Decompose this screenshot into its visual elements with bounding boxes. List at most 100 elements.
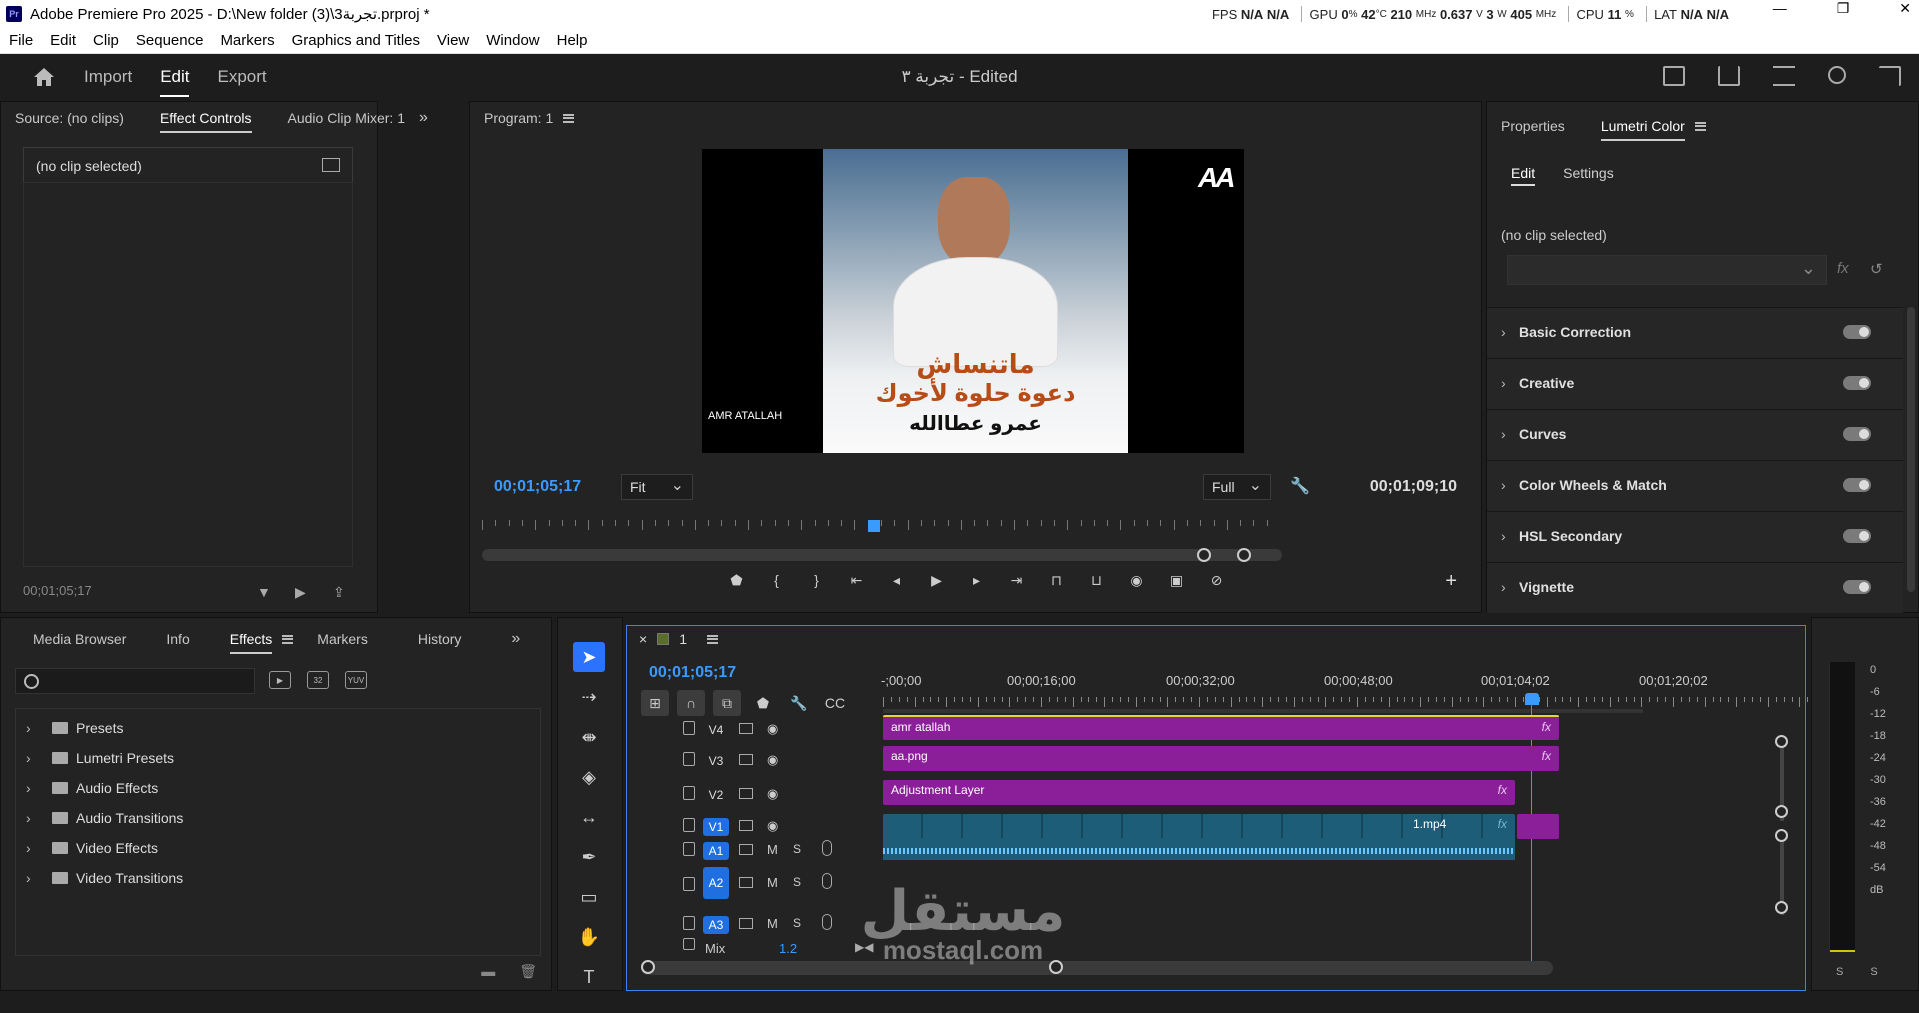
tab-markers[interactable]: Markers	[317, 631, 368, 647]
eye-icon[interactable]: ◉	[767, 752, 778, 768]
share-icon[interactable]	[1718, 66, 1740, 86]
mark-out-icon[interactable]: }	[808, 572, 826, 596]
solo-button[interactable]: S	[793, 842, 801, 856]
scroll-handle-right[interactable]	[1237, 548, 1251, 562]
play-audio-icon[interactable]: ▶	[295, 584, 311, 600]
sync-lock-icon[interactable]	[739, 788, 753, 799]
progress-icon[interactable]	[1773, 66, 1795, 86]
solo-button[interactable]: S	[793, 875, 801, 889]
tab-export[interactable]: Export	[217, 67, 266, 87]
panel-menu-icon[interactable]	[282, 634, 294, 644]
video-scroll-handle-top[interactable]	[1775, 735, 1788, 748]
subtab-settings[interactable]: Settings	[1563, 165, 1614, 186]
tab-edit[interactable]: Edit	[160, 67, 190, 97]
yuv-effects-icon[interactable]: YUV	[345, 671, 367, 689]
delete-icon[interactable]: 🗑	[519, 963, 537, 980]
section-vignette[interactable]: › Vignette	[1487, 562, 1903, 613]
tree-item-lumetri-presets[interactable]: › Lumetri Presets	[26, 747, 174, 769]
tree-item-video-effects[interactable]: › Video Effects	[26, 837, 158, 859]
fullscreen-icon[interactable]	[1879, 66, 1901, 86]
wrench-icon[interactable]: 🔧	[1290, 476, 1310, 496]
menu-sequence[interactable]: Sequence	[136, 32, 204, 49]
add-marker-icon[interactable]: ⬟	[728, 572, 746, 596]
tab-program[interactable]: Program: 1	[484, 110, 553, 126]
export-frame-icon[interactable]: ◉	[1128, 572, 1146, 596]
proxy-toggle-icon[interactable]: ⊘	[1208, 572, 1226, 596]
track-name[interactable]: V1	[703, 818, 729, 836]
section-toggle[interactable]	[1843, 478, 1871, 492]
add-marker-icon[interactable]: ⬟	[749, 690, 777, 716]
section-toggle[interactable]	[1843, 529, 1871, 543]
section-toggle[interactable]	[1843, 580, 1871, 594]
scroll-handle-left[interactable]	[641, 960, 655, 974]
close-sequence-icon[interactable]: ×	[639, 631, 647, 647]
razor-tool-icon[interactable]: ◈	[573, 762, 605, 792]
pen-tool-icon[interactable]: ✒	[573, 842, 605, 872]
microphone-icon[interactable]	[822, 840, 832, 856]
timeline-ruler[interactable]: -;00;00 00;00;16;00 00;00;32;00 00;00;48…	[881, 673, 1825, 713]
section-curves[interactable]: › Curves	[1487, 409, 1903, 460]
extract-icon[interactable]: ⊔	[1088, 572, 1106, 596]
sync-lock-icon[interactable]	[739, 820, 753, 831]
step-forward-icon[interactable]: ▸	[968, 572, 986, 596]
tab-media-browser[interactable]: Media Browser	[33, 631, 126, 647]
playback-resolution-dropdown[interactable]: Full	[1203, 474, 1271, 500]
captions-icon[interactable]: CC	[821, 690, 849, 716]
timeline-playhead[interactable]	[1525, 693, 1539, 705]
current-timecode[interactable]: 00;01;05;17	[494, 478, 581, 496]
close-button[interactable]: ✕	[1899, 0, 1911, 17]
linked-selection-icon[interactable]: ⧉	[713, 690, 741, 716]
track-name[interactable]: A3	[703, 916, 729, 934]
video-scroll-handle-bottom[interactable]	[1775, 805, 1788, 818]
clip-amr-atallah[interactable]: amr atallah fx	[883, 715, 1559, 740]
new-bin-icon[interactable]: ▬	[481, 963, 495, 980]
lift-icon[interactable]: ⊓	[1048, 572, 1066, 596]
track-name[interactable]: A1	[703, 842, 729, 860]
comparison-view-icon[interactable]: ▣	[1168, 572, 1186, 596]
tab-properties[interactable]: Properties	[1501, 118, 1565, 134]
32bit-effects-icon[interactable]: 32	[307, 671, 329, 689]
nest-icon[interactable]: ⊞	[641, 690, 669, 716]
accelerated-effects-icon[interactable]: ▶	[269, 671, 291, 689]
track-select-tool-icon[interactable]: ⇢	[573, 682, 605, 712]
sync-lock-icon[interactable]	[739, 723, 753, 734]
button-editor-icon[interactable]: +	[1445, 570, 1457, 593]
go-to-out-icon[interactable]: ⇥	[1008, 572, 1026, 596]
program-zoom-scrollbar[interactable]	[482, 548, 1282, 562]
solo-button[interactable]: S	[793, 916, 801, 930]
home-icon[interactable]	[32, 66, 56, 88]
work-area-bar[interactable]	[883, 709, 1643, 713]
sync-lock-icon[interactable]	[739, 918, 753, 929]
type-tool-icon[interactable]: T	[573, 962, 605, 992]
step-back-icon[interactable]: ◂	[888, 572, 906, 596]
mix-value[interactable]: 1.2	[779, 941, 797, 956]
mute-button[interactable]: M	[767, 916, 778, 931]
microphone-icon[interactable]	[822, 873, 832, 889]
timeline-timecode[interactable]: 00;01;05;17	[649, 664, 736, 682]
timeline-horizontal-scrollbar[interactable]	[641, 960, 1553, 975]
more-panels-icon[interactable]: »	[511, 630, 520, 648]
track-name[interactable]: V2	[703, 786, 729, 804]
microphone-icon[interactable]	[822, 914, 832, 930]
menu-graphics-and-titles[interactable]: Graphics and Titles	[292, 32, 420, 49]
subtab-edit[interactable]: Edit	[1511, 165, 1536, 186]
lock-icon[interactable]	[683, 721, 695, 735]
search-help-icon[interactable]	[1828, 66, 1846, 84]
menu-edit[interactable]: Edit	[50, 32, 76, 49]
mute-button[interactable]: M	[767, 875, 778, 890]
audio-clip-a1[interactable]	[883, 838, 1515, 860]
menu-markers[interactable]: Markers	[220, 32, 274, 49]
ripple-edit-tool-icon[interactable]: ⇼	[573, 722, 605, 752]
eye-icon[interactable]: ◉	[767, 818, 778, 834]
clip-adjustment-layer[interactable]: Adjustment Layer fx	[883, 780, 1515, 805]
mark-in-icon[interactable]: {	[768, 572, 786, 596]
zoom-fit-dropdown[interactable]: Fit	[621, 474, 693, 500]
track-name[interactable]: A2	[703, 867, 729, 899]
panel-menu-icon[interactable]	[563, 113, 575, 123]
tree-item-audio-effects[interactable]: › Audio Effects	[26, 777, 158, 799]
timeline-settings-icon[interactable]: 🔧	[785, 690, 813, 716]
tab-effects[interactable]: Effects	[229, 631, 272, 654]
tab-source[interactable]: Source: (no clips)	[15, 110, 124, 126]
export-icon[interactable]: ⇪	[333, 584, 349, 600]
tab-import[interactable]: Import	[84, 67, 132, 87]
